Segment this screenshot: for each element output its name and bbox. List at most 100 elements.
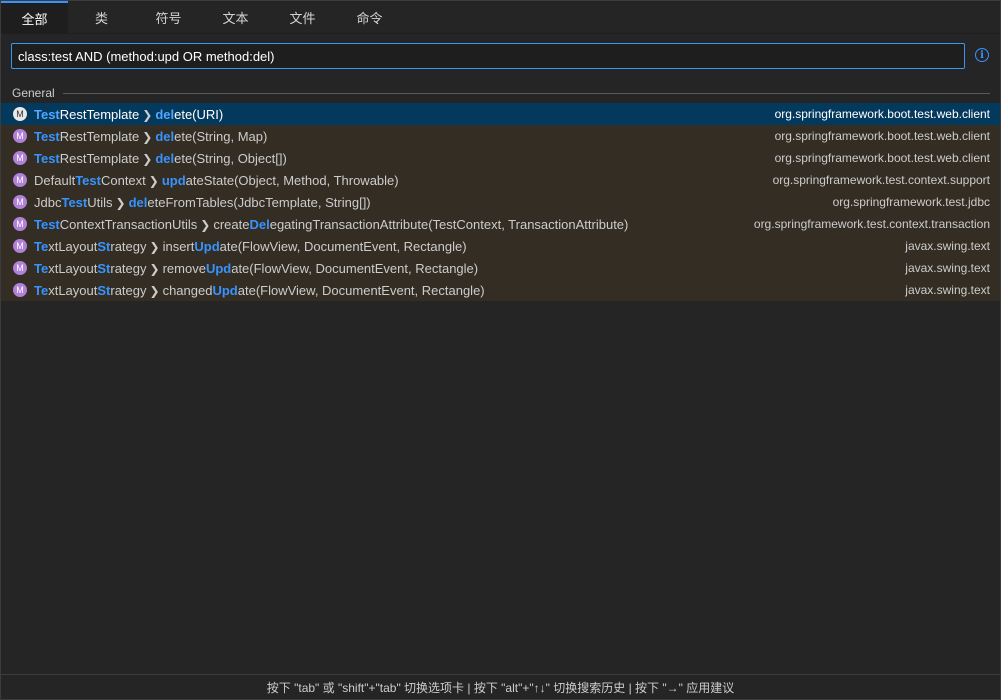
- package-name: org.springframework.test.jdbc: [832, 195, 990, 209]
- class-name-match: Test: [61, 194, 88, 210]
- class-name-match: Test: [34, 128, 60, 144]
- search-input[interactable]: [11, 43, 965, 69]
- method-name-text: remove: [162, 260, 206, 276]
- footer-hint: 按下 "tab" 或 "shift"+"tab" 切换选项卡 | 按下 "alt…: [1, 674, 1000, 699]
- result-row[interactable]: M TestRestTemplate ❯ delete(URI) org.springf…: [1, 103, 1000, 125]
- result-label: JdbcTestUtils ❯ deleteFromTables(JdbcTempl…: [34, 195, 371, 210]
- tab-symbols[interactable]: 符号: [135, 1, 202, 33]
- method-name-text: ateState(Object, Method, Throwable): [185, 172, 399, 188]
- tab-commands[interactable]: 命令: [336, 1, 403, 33]
- result-row[interactable]: M DefaultTestContext ❯ updateState(Object, …: [1, 169, 1000, 191]
- method-name-text: create: [213, 216, 250, 232]
- search-everywhere-dialog: 全部 类 符号 文本 文件 命令 i General MTestRestTemp…: [0, 0, 1001, 700]
- result-row[interactable]: M JdbcTestUtils ❯ deleteFromTables(JdbcTemp…: [1, 191, 1000, 213]
- class-name-match: Te: [34, 238, 49, 254]
- results-list: M TestRestTemplate ❯ delete(URI) org.springf…: [1, 103, 1000, 301]
- group-label: General: [12, 86, 55, 100]
- method-name-text: ate(FlowView, DocumentEvent, Rectangle): [219, 238, 467, 254]
- class-name-text: RestTemplate: [59, 128, 140, 144]
- chevron-right-icon: ❯: [149, 239, 160, 254]
- class-name-match: St: [97, 260, 111, 276]
- package-name: org.springframework.test.context.transac…: [753, 217, 990, 231]
- method-icon: M: [13, 195, 27, 209]
- tab-classes[interactable]: 类: [68, 1, 135, 33]
- class-name-text: RestTemplate: [59, 150, 140, 166]
- method-icon: M: [13, 283, 27, 297]
- chevron-right-icon: ❯: [149, 283, 160, 298]
- method-icon: M: [13, 261, 27, 275]
- chevron-right-icon: ❯: [148, 173, 159, 188]
- chevron-right-icon: ❯: [200, 217, 211, 232]
- result-row[interactable]: M TextLayoutStrategy ❯ changedUpdate(FlowVi…: [1, 279, 1000, 301]
- package-name: javax.swing.text: [905, 239, 990, 253]
- method-name-match: upd: [161, 172, 186, 188]
- class-name-match: Test: [75, 172, 101, 188]
- class-name-text: Context: [100, 172, 146, 188]
- method-name-text: eteFromTables(JdbcTemplate, String[]): [147, 194, 371, 210]
- class-name-match: St: [97, 282, 111, 298]
- result-row[interactable]: M TextLayoutStrategy ❯ insertUpdate(FlowVie…: [1, 235, 1000, 257]
- result-label: TextLayoutStrategy ❯ insertUpdate(FlowView…: [34, 239, 467, 254]
- package-name: org.springframework.boot.test.web.client: [774, 129, 990, 143]
- class-name-text: xtLayout: [48, 238, 98, 254]
- class-name-text: Utils: [87, 194, 113, 210]
- method-name-match: Del: [249, 216, 270, 232]
- result-label: DefaultTestContext ❯ updateState(Object, M…: [34, 173, 399, 188]
- class-name-match: Test: [34, 106, 60, 122]
- chevron-right-icon: ❯: [142, 151, 153, 166]
- package-name: org.springframework.test.context.support: [772, 173, 990, 187]
- method-icon: M: [13, 151, 27, 165]
- method-name-text: changed: [162, 282, 213, 298]
- method-name-match: del: [155, 128, 175, 144]
- result-label: TextLayoutStrategy ❯ changedUpdate(FlowVie…: [34, 283, 485, 298]
- result-row[interactable]: M TestContextTransactionUtils ❯ createDeleg…: [1, 213, 1000, 235]
- method-icon: M: [13, 129, 27, 143]
- class-name-text: Jdbc: [34, 194, 62, 210]
- result-label: TextLayoutStrategy ❯ removeUpdate(FlowView…: [34, 261, 478, 276]
- method-name-text: ete(URI): [174, 106, 224, 122]
- method-name-match: del: [155, 106, 175, 122]
- method-name-text: insert: [162, 238, 195, 254]
- class-name-match: St: [97, 238, 111, 254]
- result-row[interactable]: M TestRestTemplate ❯ delete(String, Object[…: [1, 147, 1000, 169]
- group-header: General: [12, 83, 990, 103]
- class-name-text: Default: [34, 172, 76, 188]
- method-icon: M: [13, 239, 27, 253]
- method-name-text: ate(FlowView, DocumentEvent, Rectangle): [231, 260, 479, 276]
- package-name: org.springframework.boot.test.web.client: [774, 107, 990, 121]
- class-name-match: Te: [34, 282, 49, 298]
- method-name-match: Upd: [212, 282, 238, 298]
- method-name-match: Upd: [205, 260, 232, 276]
- method-icon: M: [13, 173, 27, 187]
- method-name-text: ate(FlowView, DocumentEvent, Rectangle): [237, 282, 485, 298]
- method-name-match: del: [155, 150, 175, 166]
- chevron-right-icon: ❯: [142, 107, 153, 122]
- method-name-text: ete(String, Object[]): [174, 150, 287, 166]
- package-name: org.springframework.boot.test.web.client: [774, 151, 990, 165]
- result-label: TestRestTemplate ❯ delete(URI): [34, 107, 223, 122]
- class-name-text: xtLayout: [48, 260, 98, 276]
- method-icon: M: [13, 217, 27, 231]
- tab-files[interactable]: 文件: [269, 1, 336, 33]
- chevron-right-icon: ❯: [115, 195, 126, 210]
- class-name-match: Te: [34, 260, 49, 276]
- result-row[interactable]: M TestRestTemplate ❯ delete(String, Map) org…: [1, 125, 1000, 147]
- chevron-right-icon: ❯: [149, 261, 160, 276]
- class-name-text: rategy: [110, 282, 147, 298]
- chevron-right-icon: ❯: [142, 129, 153, 144]
- class-name-text: RestTemplate: [59, 106, 140, 122]
- tab-text[interactable]: 文本: [202, 1, 269, 33]
- class-name-text: rategy: [110, 260, 147, 276]
- class-name-match: Test: [34, 216, 60, 232]
- package-name: javax.swing.text: [905, 283, 990, 297]
- package-name: javax.swing.text: [905, 261, 990, 275]
- method-name-text: egatingTransactionAttribute(TestContext,…: [269, 216, 629, 232]
- info-icon[interactable]: i: [975, 48, 989, 62]
- result-label: TestRestTemplate ❯ delete(String, Map): [34, 129, 267, 144]
- method-name-text: ete(String, Map): [174, 128, 268, 144]
- tab-all[interactable]: 全部: [1, 1, 68, 33]
- result-label: TestRestTemplate ❯ delete(String, Object[]…: [34, 151, 287, 166]
- result-row[interactable]: M TextLayoutStrategy ❯ removeUpdate(FlowVie…: [1, 257, 1000, 279]
- method-icon: M: [13, 107, 27, 121]
- class-name-text: rategy: [110, 238, 147, 254]
